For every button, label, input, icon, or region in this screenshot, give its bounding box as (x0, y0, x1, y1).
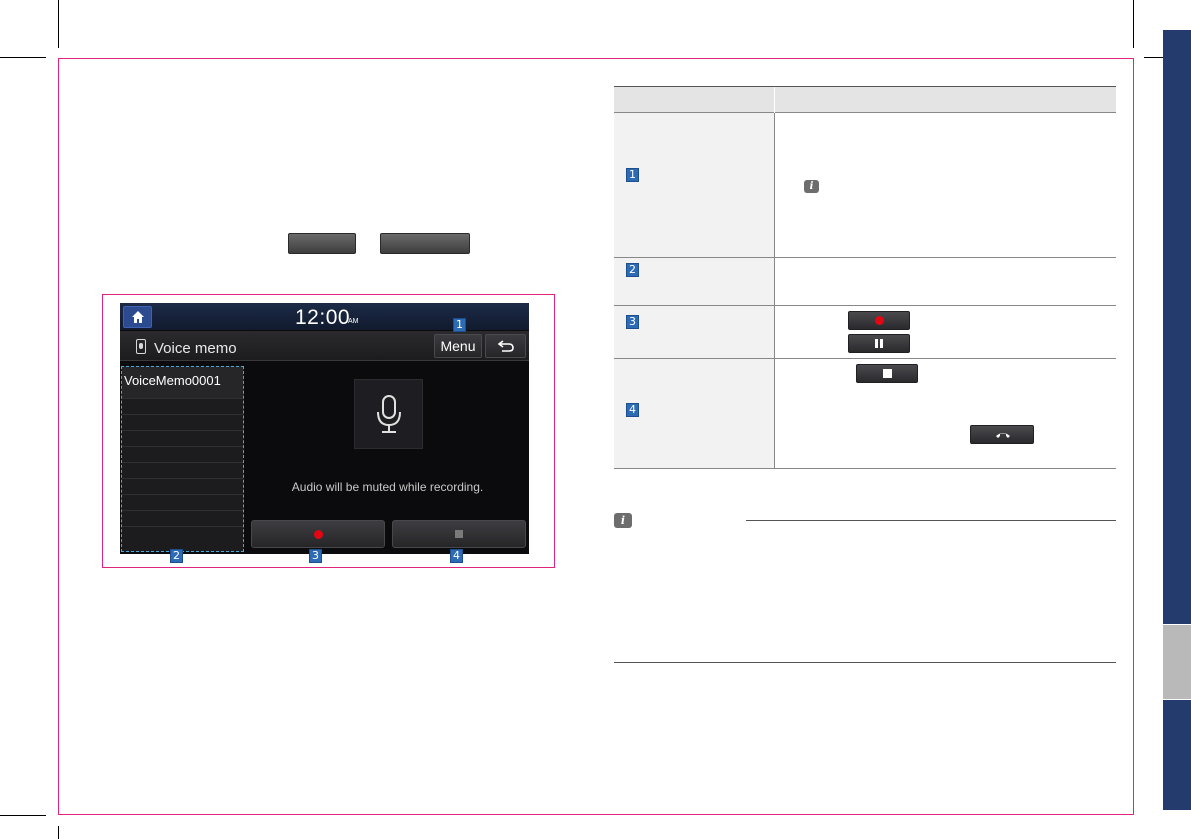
back-arrow-icon (498, 340, 514, 352)
end-call-button-illustration (970, 425, 1034, 444)
row-number: 1 (626, 168, 639, 182)
list-item-empty (122, 399, 243, 415)
title-bar: Voice memo Menu (120, 331, 529, 361)
table-row: 2 (614, 258, 1116, 306)
clock: 12:00 (295, 306, 351, 329)
record-button[interactable] (251, 520, 385, 548)
list-item-empty (122, 495, 243, 511)
table-row: 3 (614, 306, 1116, 359)
table-header (614, 86, 1116, 114)
home-button[interactable] (123, 306, 152, 328)
clock-ampm: AM (348, 318, 359, 325)
stop-button[interactable] (392, 520, 526, 548)
info-icon: i (614, 513, 632, 528)
inline-button-illustration (288, 233, 356, 254)
microphone-panel (354, 379, 423, 449)
crop-mark (0, 57, 46, 58)
crop-mark (58, 826, 59, 839)
list-item-empty (122, 479, 243, 495)
info-icon: i (804, 180, 819, 193)
inline-button-illustration (380, 233, 470, 254)
home-icon (132, 311, 144, 323)
back-button[interactable] (485, 334, 526, 358)
callout-menu: 1 (453, 318, 466, 332)
microphone-icon (377, 395, 401, 433)
record-button-illustration (848, 311, 910, 330)
list-item-empty (122, 415, 243, 431)
memo-list: VoiceMemo0001 (121, 366, 244, 552)
pause-icon (875, 339, 884, 348)
crop-mark (58, 0, 59, 48)
list-item[interactable]: VoiceMemo0001 (122, 367, 243, 399)
note-divider (614, 662, 1116, 663)
side-tab-bottom (1163, 700, 1191, 810)
side-tab-top (1163, 30, 1191, 624)
list-item-empty (122, 511, 243, 527)
row-number: 3 (626, 315, 639, 329)
end-call-icon (996, 433, 1010, 438)
screen-title: Voice memo (154, 340, 237, 357)
voice-memo-icon (136, 339, 146, 354)
table-row: 4 (614, 359, 1116, 469)
callout-record: 3 (309, 549, 322, 563)
stop-square-icon (883, 369, 892, 378)
status-bar: 12:00 AM (120, 303, 529, 330)
callout-list: 2 (170, 549, 183, 563)
stop-square-icon (455, 530, 463, 538)
record-dot-icon (314, 530, 323, 539)
callout-stop: 4 (450, 549, 463, 563)
list-item-empty (122, 463, 243, 479)
side-tab-current (1163, 625, 1191, 699)
menu-button[interactable]: Menu (434, 334, 482, 358)
table-row: 1 i (614, 113, 1116, 258)
list-item-empty (122, 447, 243, 463)
pause-button-illustration (848, 334, 910, 353)
row-number: 4 (626, 403, 639, 417)
note-divider (746, 520, 1116, 521)
voice-memo-screen: 12:00 AM Voice memo Menu VoiceMemo0001 A… (120, 303, 529, 554)
list-item-empty (122, 431, 243, 447)
stop-button-illustration (856, 364, 918, 383)
row-number: 2 (626, 263, 639, 277)
crop-mark (1133, 0, 1134, 48)
crop-mark (0, 815, 46, 816)
muted-notice: Audio will be muted while recording. (291, 480, 484, 494)
record-dot-icon (875, 316, 884, 325)
